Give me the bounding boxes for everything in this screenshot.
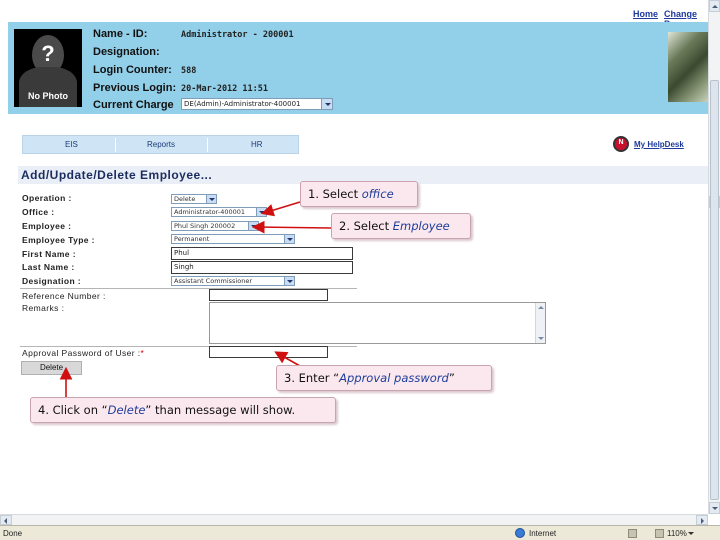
scroll-left-icon[interactable]: [0, 515, 12, 525]
scroll-right-icon[interactable]: [696, 515, 708, 525]
vertical-scrollbar[interactable]: [708, 0, 720, 514]
designation-select[interactable]: Assistant Commissioner: [171, 276, 295, 286]
callout-2-prefix: 2. Select: [339, 219, 393, 233]
last-name-label: Last Name :: [22, 262, 75, 272]
last-name-input[interactable]: Singh: [171, 261, 353, 274]
previous-login-label: Previous Login:: [93, 82, 177, 94]
reference-number-input[interactable]: [209, 289, 328, 301]
callout-1-prefix: 1. Select: [308, 187, 362, 201]
callout-1-emphasis: office: [361, 187, 394, 201]
chevron-down-icon[interactable]: [284, 235, 294, 243]
menu-separator: [115, 138, 116, 152]
zoom-icon[interactable]: [655, 529, 664, 538]
designation-field-label: Designation :: [22, 276, 82, 286]
menu-item-eis[interactable]: EIS: [65, 140, 78, 149]
chevron-down-icon[interactable]: [248, 222, 258, 230]
status-text: Done: [3, 529, 23, 538]
current-charge-value: DE(Admin)-Administrator-400001: [184, 100, 301, 108]
zoom-level[interactable]: 110%: [667, 529, 687, 538]
current-charge-label: Current Charge: [93, 99, 174, 111]
chevron-down-icon[interactable]: [284, 277, 294, 285]
reference-number-label: Reference Number :: [22, 291, 106, 301]
header-building-image: [668, 32, 708, 102]
callout-enter-password: 3. Enter “Approval password”: [276, 365, 492, 391]
employee-value: Phul Singh 200002: [174, 222, 236, 230]
user-photo: ? No Photo: [14, 29, 82, 107]
login-counter-value: 588: [181, 66, 197, 76]
office-value: Administrator-400001: [174, 208, 246, 216]
callout-4-emphasis: Delete: [107, 403, 146, 417]
callout-select-office: 1. Select office: [300, 181, 418, 207]
helpdesk-label[interactable]: My HelpDesk: [634, 140, 684, 149]
operation-value: Delete: [174, 195, 196, 203]
current-charge-select[interactable]: DE(Admin)-Administrator-400001: [181, 98, 333, 110]
callout-click-delete: 4. Click on “Delete” than message will s…: [30, 397, 336, 423]
designation-label: Designation:: [93, 46, 160, 58]
first-name-value: Phul: [174, 249, 190, 257]
internet-globe-icon: [515, 528, 525, 538]
scroll-down-icon[interactable]: [709, 502, 720, 514]
arrow-to-office-icon: [260, 201, 301, 217]
profile-header: ? No Photo Name - ID: Administrator - 20…: [8, 22, 708, 114]
photo-question-mark: ?: [41, 41, 55, 66]
employee-type-label: Employee Type :: [22, 235, 95, 245]
name-id-value: Administrator - 200001: [181, 30, 294, 40]
top-links-bar: Home Change Pa: [0, 0, 708, 29]
name-id-label: Name - ID:: [93, 28, 148, 40]
scrollbar-thumb[interactable]: [710, 80, 719, 500]
office-select[interactable]: Administrator-400001: [171, 207, 267, 217]
employee-type-select[interactable]: Permanent: [171, 234, 295, 244]
scroll-up-icon[interactable]: [709, 0, 720, 12]
delete-button[interactable]: Delete: [21, 361, 82, 375]
callout-3-suffix: ”: [448, 371, 455, 385]
remarks-label: Remarks :: [22, 303, 65, 313]
arrow-to-employee-icon: [251, 220, 332, 234]
callout-2-emphasis: Employee: [392, 219, 450, 233]
approval-password-input[interactable]: [209, 346, 328, 358]
approval-password-label: Approval Password of User :*: [22, 348, 144, 358]
designation-field-value: Assistant Commissioner: [174, 277, 253, 285]
first-name-label: First Name :: [22, 249, 76, 259]
callout-3-prefix: 3. Enter “: [284, 371, 340, 385]
menu-item-reports[interactable]: Reports: [147, 140, 175, 149]
callout-select-employee: 2. Select Employee: [331, 213, 471, 239]
employee-type-value: Permanent: [174, 235, 210, 243]
chevron-down-icon[interactable]: [256, 208, 266, 216]
operation-label: Operation :: [22, 193, 72, 203]
menu-separator: [207, 138, 208, 152]
operation-select[interactable]: Delete: [171, 194, 217, 204]
menu-item-hr[interactable]: HR: [251, 140, 263, 149]
protected-mode-icon[interactable]: [628, 529, 637, 538]
approval-password-label-text: Approval Password of User :: [22, 348, 141, 358]
login-counter-label: Login Counter:: [93, 64, 172, 76]
employee-label: Employee :: [22, 221, 72, 231]
status-bar: Done Internet 110%: [0, 525, 720, 540]
horizontal-scrollbar[interactable]: [0, 514, 708, 525]
remarks-textarea[interactable]: [209, 302, 546, 344]
first-name-input[interactable]: Phul: [171, 247, 353, 260]
silhouette-body-icon: [19, 67, 77, 107]
last-name-value: Singh: [174, 263, 194, 271]
zoom-dropdown-icon[interactable]: [688, 532, 694, 535]
helpdesk-logo-text: N: [618, 139, 624, 146]
chevron-down-icon[interactable]: [321, 99, 332, 109]
no-photo-label: No Photo: [28, 91, 68, 101]
callout-3-emphasis: Approval password: [339, 371, 449, 385]
office-label: Office :: [22, 207, 55, 217]
my-helpdesk-link[interactable]: N My HelpDesk: [613, 136, 703, 152]
remarks-scrollbar[interactable]: [535, 303, 545, 343]
home-link[interactable]: Home: [633, 9, 658, 19]
callout-4-suffix: ” than message will show.: [145, 403, 296, 417]
employee-select[interactable]: Phul Singh 200002: [171, 221, 259, 231]
required-star: *: [140, 348, 145, 358]
previous-login-value: 20-Mar-2012 11:51: [181, 84, 268, 94]
chevron-down-icon[interactable]: [206, 195, 216, 203]
callout-4-prefix: 4. Click on “: [38, 403, 108, 417]
main-menu-bar: EIS Reports HR: [22, 135, 299, 154]
zone-text: Internet: [529, 529, 557, 538]
